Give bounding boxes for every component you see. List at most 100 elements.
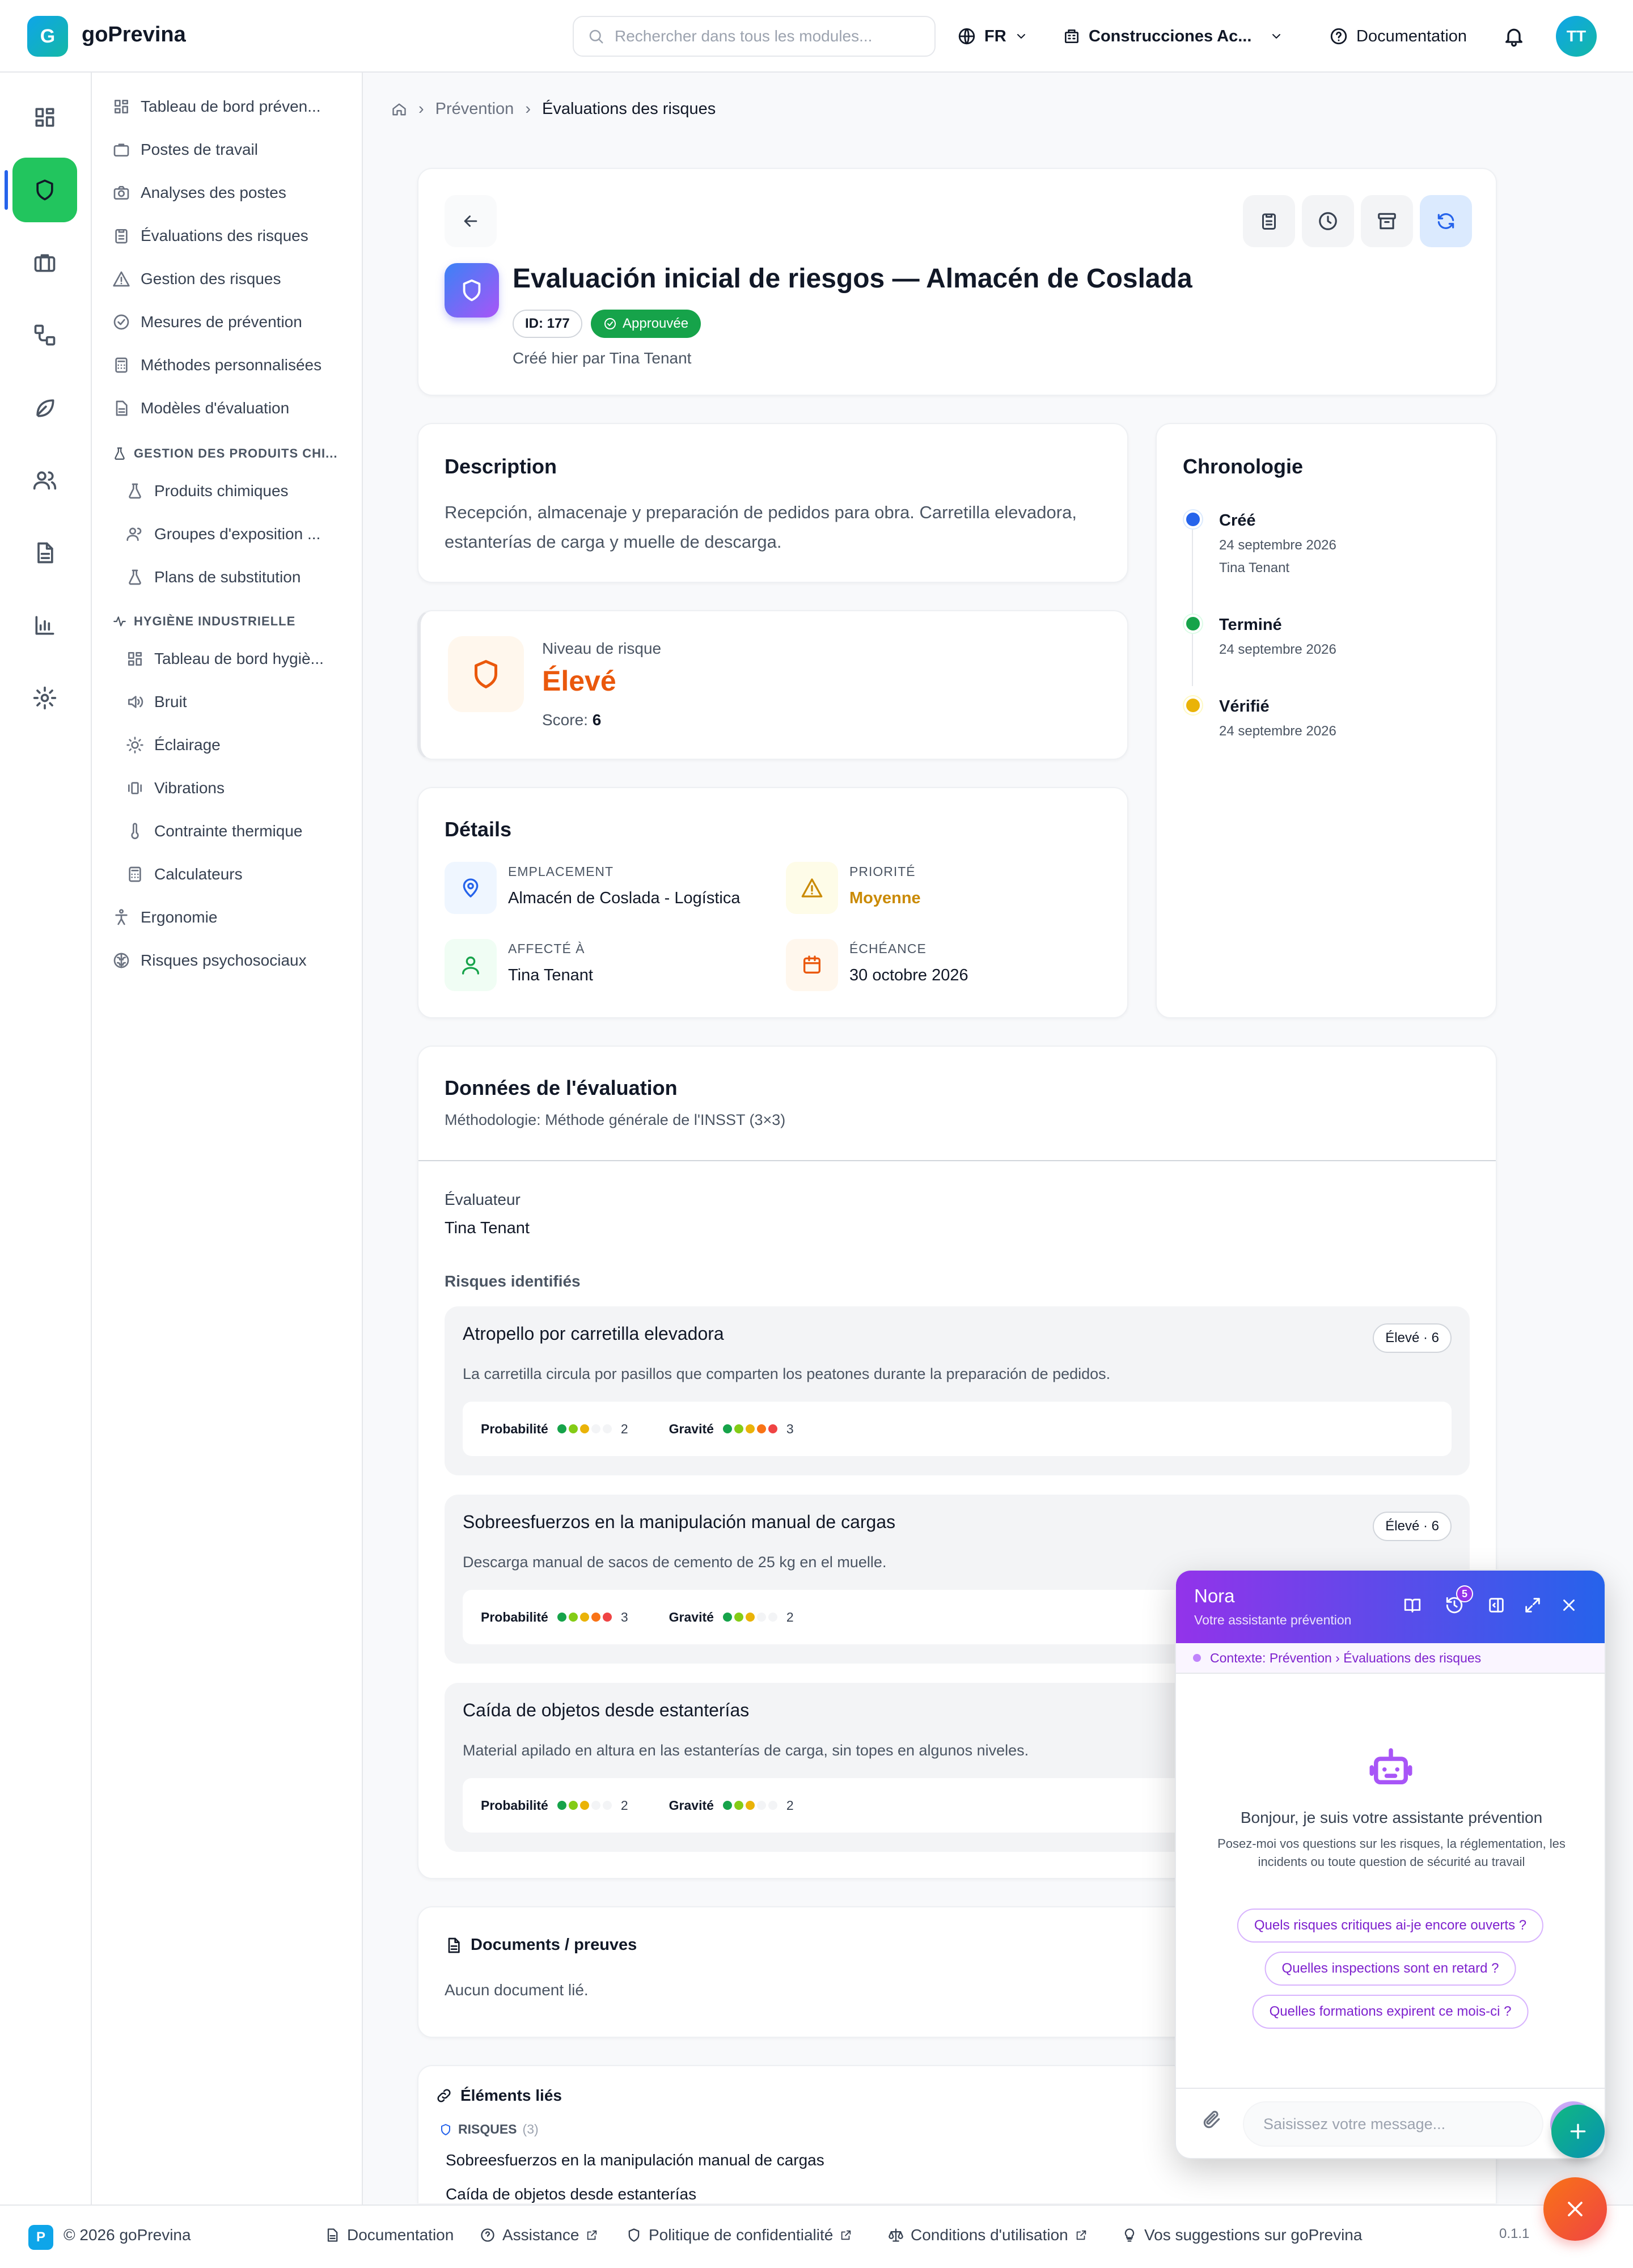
- notifications-button[interactable]: [1503, 17, 1525, 56]
- close-icon: [1563, 1600, 1575, 1611]
- nav-psychosocial-risks[interactable]: Risques psychosociaux: [112, 943, 307, 978]
- global-search-input[interactable]: Rechercher dans tous les modules...: [573, 16, 936, 57]
- chat-message-input[interactable]: Saisissez votre message...: [1243, 2101, 1543, 2147]
- rail-users[interactable]: [12, 448, 77, 513]
- nav-risk-management[interactable]: Gestion des risques: [112, 262, 281, 296]
- app-name[interactable]: goPrevina: [82, 23, 186, 47]
- plus-icon: [1570, 2123, 1586, 2139]
- footer-documentation-link[interactable]: Documentation: [324, 2226, 454, 2244]
- refresh-button[interactable]: [1420, 195, 1472, 247]
- documentation-link[interactable]: Documentation: [1329, 17, 1467, 56]
- chevron-down-icon: [1017, 34, 1025, 39]
- footer-privacy-link[interactable]: Politique de confidentialité: [626, 2226, 852, 2244]
- chat-suggestion-chip[interactable]: Quels risques critiques ai-je encore ouv…: [1237, 1909, 1544, 1943]
- chat-suggestion-chip[interactable]: Quelles formations expirent ce mois-ci ?: [1252, 1995, 1529, 2029]
- back-button[interactable]: [445, 195, 497, 247]
- nav-prevention-measures[interactable]: Mesures de prévention: [112, 305, 302, 339]
- user-avatar[interactable]: TT: [1556, 16, 1597, 57]
- severity-dots: [722, 1424, 777, 1433]
- chat-dock-button[interactable]: [1487, 1596, 1506, 1615]
- file-icon: [327, 2228, 338, 2242]
- timeline-date: 24 septembre 2026: [1219, 538, 1336, 553]
- nav-assessment-templates[interactable]: Modèles d'évaluation: [112, 391, 289, 425]
- chat-expand-button[interactable]: [1523, 1596, 1542, 1615]
- risk-title: Atropello por carretilla elevadora: [463, 1323, 724, 1344]
- severity-value: 2: [786, 1797, 794, 1813]
- map-pin-icon: [463, 878, 479, 898]
- nav-exposure-groups[interactable]: Groupes d'exposition ...: [126, 517, 320, 551]
- risk-description: La carretilla circula por pasillos que c…: [463, 1365, 1111, 1382]
- chat-intro: Posez-moi vos questions sur les risques,…: [1217, 1837, 1566, 1869]
- archive-icon: [1378, 213, 1396, 230]
- footer-terms-link[interactable]: Conditions d'utilisation: [888, 2226, 1088, 2244]
- assessment-heading: Données de l'évaluation: [445, 1076, 678, 1099]
- risk-item[interactable]: Atropello por carretilla elevadora Élevé…: [445, 1306, 1470, 1475]
- severity-dots: [722, 1613, 777, 1622]
- risk-badge: Élevé · 6: [1373, 1512, 1452, 1541]
- chat-suggestion-chip[interactable]: Quelles inspections sont en retard ?: [1264, 1952, 1516, 1986]
- language-selector[interactable]: FR: [957, 17, 1028, 56]
- nav-section-hygiene[interactable]: HYGIÈNE INDUSTRIELLE: [112, 610, 295, 633]
- location-label: EMPLACEMENT: [508, 864, 614, 879]
- nav-lighting[interactable]: Éclairage: [126, 728, 221, 762]
- attach-button[interactable]: [1201, 2109, 1222, 2131]
- brain-icon: [113, 953, 129, 968]
- nav-label: Analyses des postes: [141, 184, 286, 201]
- rail-workstations[interactable]: [12, 230, 77, 295]
- linked-item[interactable]: Sobreesfuerzos en la manipulación manual…: [446, 2151, 824, 2169]
- icon-rail: [0, 73, 92, 2204]
- nav-label: Tableau de bord hygiè...: [154, 650, 324, 667]
- report-button[interactable]: [1243, 195, 1295, 247]
- nav-workstations[interactable]: Postes de travail: [112, 133, 258, 167]
- quick-add-button[interactable]: [1551, 2105, 1605, 2158]
- archive-button[interactable]: [1361, 195, 1413, 247]
- rail-workflow[interactable]: [12, 303, 77, 367]
- home-icon[interactable]: [391, 101, 407, 117]
- footer-suggestions-link[interactable]: Vos suggestions sur goPrevina: [1122, 2226, 1362, 2244]
- calculator-icon: [115, 357, 128, 373]
- status-label: Approuvée: [623, 316, 689, 331]
- nav-substitution-plans[interactable]: Plans de substitution: [126, 560, 301, 594]
- calculator-icon: [129, 866, 141, 882]
- rail-reports[interactable]: [12, 593, 77, 658]
- rail-dashboard[interactable]: [12, 85, 77, 150]
- linked-item[interactable]: Caída de objetos desde estanterías: [446, 2185, 696, 2203]
- chat-close-button[interactable]: [1559, 1596, 1579, 1615]
- details-card: Détails EMPLACEMENT Almacén de Coslada -…: [417, 787, 1128, 1018]
- rail-prevention[interactable]: [12, 158, 77, 222]
- nav-calculators[interactable]: Calculateurs: [126, 857, 243, 891]
- nav-workstation-analyses[interactable]: Analyses des postes: [112, 176, 286, 210]
- assistant-toggle-button[interactable]: [1543, 2177, 1607, 2241]
- nav-prevention-dashboard[interactable]: Tableau de bord préven...: [112, 90, 321, 124]
- history-button[interactable]: [1302, 195, 1354, 247]
- nav-hygiene-dashboard[interactable]: Tableau de bord hygiè...: [126, 642, 324, 676]
- company-selector[interactable]: Construcciones Ac...: [1063, 17, 1283, 56]
- breadcrumb-prevention[interactable]: Prévention: [435, 100, 514, 119]
- document-icon: [37, 542, 53, 564]
- nav-chemical-products[interactable]: Produits chimiques: [126, 474, 289, 508]
- description-heading: Description: [445, 455, 557, 478]
- rail-environment[interactable]: [12, 375, 77, 440]
- briefcase-icon: [113, 143, 129, 156]
- app-logo[interactable]: G: [27, 16, 68, 57]
- assigned-label: AFFECTÉ À: [508, 941, 585, 956]
- check-circle-icon: [113, 314, 129, 330]
- description-text: Recepción, almacenaje y preparación de p…: [445, 502, 1077, 552]
- timeline-title: Terminé: [1219, 616, 1282, 634]
- probability-value: 2: [620, 1797, 628, 1813]
- nav-thermal-stress[interactable]: Contrainte thermique: [126, 814, 302, 848]
- nav-ergonomics[interactable]: Ergonomie: [112, 900, 217, 934]
- chat-subtitle: Votre assistante prévention: [1194, 1613, 1352, 1627]
- nav-vibrations[interactable]: Vibrations: [126, 771, 225, 805]
- nav-risk-assessments[interactable]: Évaluations des risques: [112, 219, 308, 253]
- chat-knowledge-button[interactable]: [1403, 1596, 1422, 1615]
- rail-documents[interactable]: [12, 521, 77, 585]
- rail-settings[interactable]: [12, 666, 77, 730]
- nav-noise[interactable]: Bruit: [126, 685, 187, 719]
- nav-custom-methods[interactable]: Méthodes personnalisées: [112, 348, 321, 382]
- risk-level-card: Niveau de risque Élevé Score: 6: [417, 610, 1128, 760]
- robot-icon: [1365, 1742, 1416, 1793]
- footer-assistance-link[interactable]: Assistance: [480, 2226, 598, 2244]
- nav-section-chemicals[interactable]: GESTION DES PRODUITS CHI...: [112, 442, 337, 465]
- documents-empty: Aucun document lié.: [445, 1981, 589, 1999]
